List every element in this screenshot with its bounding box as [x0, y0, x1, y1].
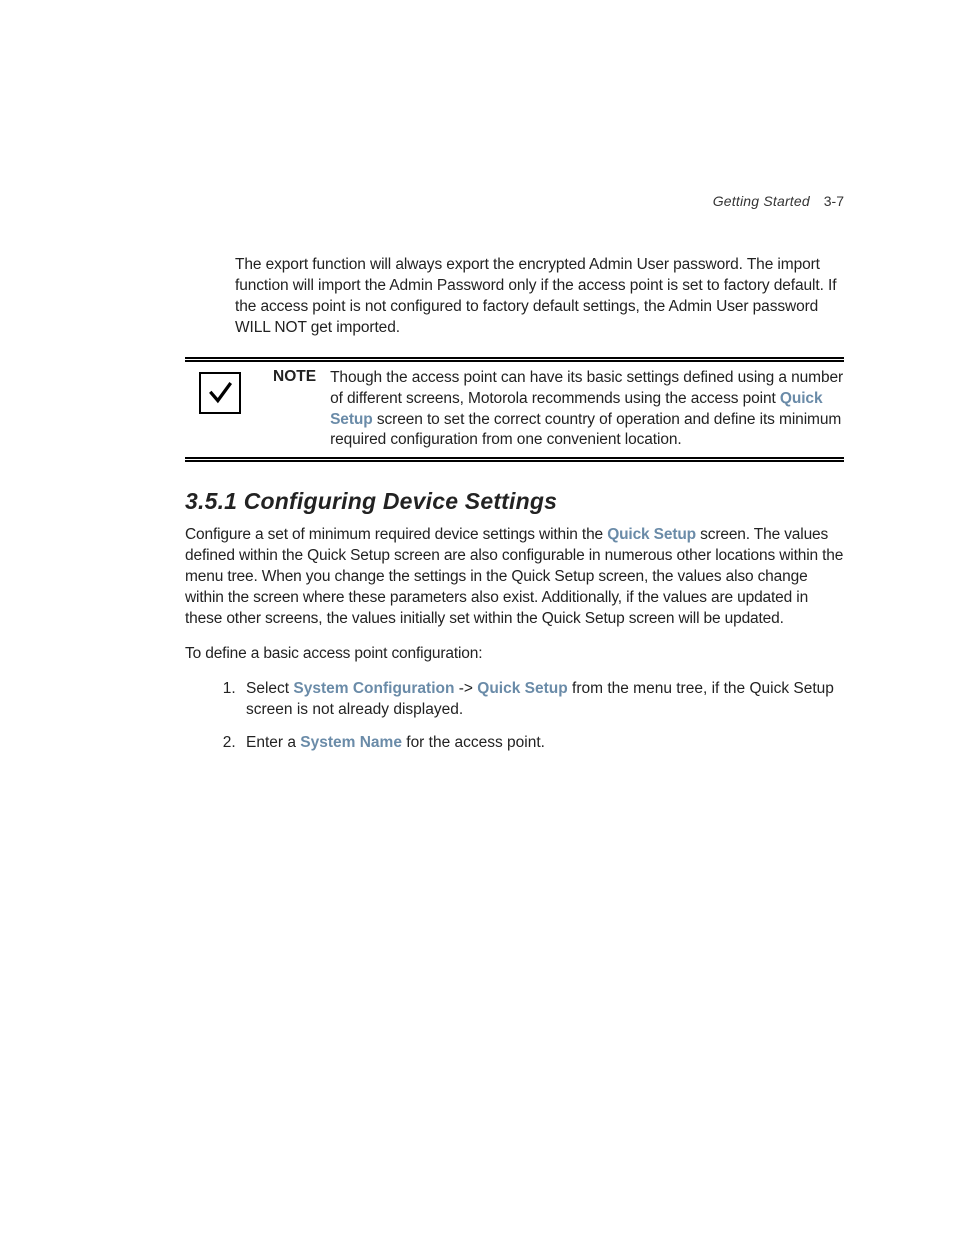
note-label: NOTE	[255, 368, 330, 386]
note-icon-cell	[185, 368, 255, 414]
note-box: NOTE Though the access point can have it…	[185, 357, 844, 463]
steps-list: Select System Configuration -> Quick Set…	[210, 679, 844, 754]
step1-mid: ->	[454, 680, 477, 697]
step-2: Enter a System Name for the access point…	[240, 733, 844, 754]
section-heading: 3.5.1 Configuring Device Settings	[185, 488, 844, 515]
step1-keyword-system-configuration: System Configuration	[293, 680, 454, 697]
running-header-page: 3-7	[824, 193, 844, 209]
step1-pre: Select	[246, 680, 293, 697]
note-body: Though the access point can have its bas…	[330, 368, 844, 452]
running-header: Getting Started 3-7	[713, 193, 844, 209]
page-container: Getting Started 3-7 The export function …	[0, 0, 954, 1235]
intro-paragraph: The export function will always export t…	[235, 255, 844, 339]
section-para-1: Configure a set of minimum required devi…	[185, 525, 844, 630]
note-body-pre: Though the access point can have its bas…	[330, 369, 843, 407]
checkmark-icon	[199, 372, 241, 414]
para1-keyword-quick-setup: Quick Setup	[607, 526, 696, 543]
step2-post: for the access point.	[402, 734, 545, 751]
step1-keyword-quick-setup: Quick Setup	[477, 680, 567, 697]
step-1: Select System Configuration -> Quick Set…	[240, 679, 844, 721]
running-header-title: Getting Started	[713, 193, 810, 209]
note-body-post: screen to set the correct country of ope…	[330, 411, 841, 449]
step2-keyword-system-name: System Name	[300, 734, 402, 751]
para1-pre: Configure a set of minimum required devi…	[185, 526, 607, 543]
step2-pre: Enter a	[246, 734, 300, 751]
section-para-2: To define a basic access point configura…	[185, 644, 844, 665]
